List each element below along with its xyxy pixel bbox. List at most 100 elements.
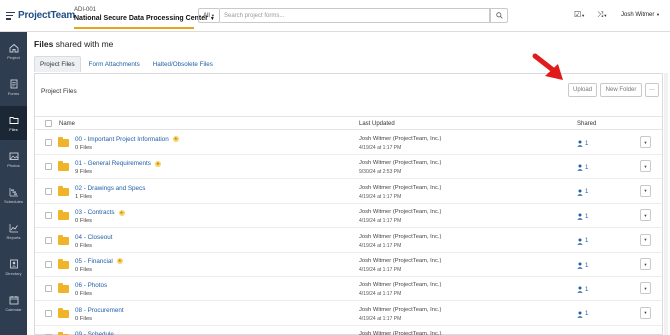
row-actions-button[interactable]: ▼ <box>640 160 651 173</box>
sidebar-item-label: Schedules <box>4 198 23 204</box>
switch-menu[interactable]: ⤨▼ <box>597 10 607 20</box>
updated-at: 4/19/24 at 1:17 PM <box>359 242 402 249</box>
row-actions-button[interactable]: ▼ <box>640 184 651 197</box>
row-actions-button[interactable]: ▼ <box>640 258 651 270</box>
search-scope-select[interactable]: All ▼ <box>198 8 220 23</box>
column-header-shared[interactable]: Shared <box>577 121 596 127</box>
shared-users-link[interactable]: 1 <box>577 189 588 196</box>
star-icon[interactable]: ★ <box>172 136 179 143</box>
top-bar: ProjectTeam ADI-001 National Secure Data… <box>0 0 670 32</box>
page-title-rest: shared with me <box>53 39 114 49</box>
shared-users-link[interactable]: 1 <box>577 311 588 318</box>
updated-by: Josh Witmer (ProjectTeam, Inc.) <box>359 306 442 313</box>
row-checkbox[interactable] <box>45 139 52 146</box>
folder-name-link[interactable]: 06 - Photos <box>75 282 107 289</box>
scrollbar[interactable] <box>664 73 668 335</box>
table-row[interactable]: 06 - Photos 0 Files Josh Witmer (Project… <box>35 277 662 302</box>
row-actions-button[interactable]: ▼ <box>640 136 651 148</box>
user-menu[interactable]: Josh Witmer ▼ <box>621 12 660 18</box>
files-panel: Project Files Upload New Folder ··· Name… <box>34 73 663 335</box>
tab-halted-obsolete-files[interactable]: Halted/Obsolete Files <box>148 56 218 72</box>
folder-name-link[interactable]: 09 - Schedule <box>75 331 114 335</box>
sidebar-item-files[interactable]: Files <box>0 106 27 140</box>
caret-down-icon: ▼ <box>643 212 648 218</box>
row-checkbox[interactable] <box>45 309 52 317</box>
sidebar-item-schedules[interactable]: Schedules <box>0 178 27 212</box>
column-header-name[interactable]: Name <box>59 121 75 127</box>
sidebar-item-photos[interactable]: Photos <box>0 142 27 176</box>
row-checkbox[interactable] <box>45 236 52 244</box>
search-button[interactable] <box>490 8 508 23</box>
tasks-menu[interactable]: ☑▼ <box>574 10 585 19</box>
sidebar-item-calendar[interactable]: Calendar <box>0 286 27 320</box>
updated-by: Josh Witmer (ProjectTeam, Inc.) <box>359 184 442 191</box>
sidebar-item-project[interactable]: Project <box>0 34 27 68</box>
new-folder-button[interactable]: New Folder <box>600 83 642 97</box>
updated-by: Josh Witmer (ProjectTeam, Inc.) <box>359 136 442 142</box>
folder-name-link[interactable]: 05 - Financial ★ <box>75 258 123 265</box>
tab-bar: Project Files Form Attachments Halted/Ob… <box>34 56 221 72</box>
row-actions-button[interactable]: ▼ <box>640 209 651 222</box>
star-icon[interactable]: ★ <box>154 160 161 167</box>
row-actions-button[interactable]: ▼ <box>640 282 651 295</box>
folder-name-link[interactable]: 01 - General Requirements ★ <box>75 160 161 167</box>
caret-down-icon: ▼ <box>581 13 586 18</box>
table-row[interactable]: 01 - General Requirements ★ 9 Files Josh … <box>35 155 662 180</box>
shared-count: 1 <box>585 238 589 245</box>
sidebar-item-directory[interactable]: Directory <box>0 250 27 284</box>
row-checkbox[interactable] <box>45 261 52 268</box>
logo-text: ProjectTeam <box>18 10 76 21</box>
sidebar-item-reports[interactable]: Reports <box>0 214 27 248</box>
row-checkbox[interactable] <box>45 187 52 195</box>
shared-users-link[interactable]: 1 <box>577 238 588 245</box>
star-icon[interactable]: ★ <box>118 209 125 216</box>
table-row[interactable]: 03 - Contracts ★ 0 Files Josh Witmer (Pro… <box>35 204 662 229</box>
folder-name-link[interactable]: 08 - Procurement <box>75 307 124 314</box>
user-name: Josh Witmer <box>621 12 655 18</box>
table-row[interactable]: 02 - Drawings and Specs 1 Files Josh Wit… <box>35 180 662 204</box>
folder-icon <box>58 137 69 147</box>
updated-at: 9/30/24 at 2:53 PM <box>359 169 402 176</box>
more-options-button[interactable]: ··· <box>645 83 659 97</box>
shared-users-link[interactable]: 1 <box>577 140 588 147</box>
row-checkbox[interactable] <box>45 212 52 220</box>
tab-form-attachments[interactable]: Form Attachments <box>84 56 145 72</box>
shared-users-link[interactable]: 1 <box>577 213 588 220</box>
folder-name-link[interactable]: 02 - Drawings and Specs <box>75 185 145 192</box>
column-header-last-updated[interactable]: Last Updated <box>359 121 395 127</box>
updated-by: Josh Witmer (ProjectTeam, Inc.) <box>359 331 442 335</box>
row-checkbox[interactable] <box>45 163 52 171</box>
document-icon <box>10 79 17 88</box>
updated-by: Josh Witmer (ProjectTeam, Inc.) <box>359 209 442 216</box>
row-actions-button[interactable]: ▼ <box>640 233 651 246</box>
logo[interactable]: ProjectTeam <box>6 10 75 21</box>
folder-name-link[interactable]: 00 - Important Project Information ★ <box>75 136 179 143</box>
upload-button[interactable]: Upload <box>568 83 597 97</box>
table-row[interactable]: 04 - Closeout 0 Files Josh Witmer (Proje… <box>35 229 662 253</box>
star-icon[interactable]: ★ <box>116 258 123 265</box>
sidebar-item-label: Files <box>9 126 18 132</box>
shared-users-link[interactable]: 1 <box>577 262 588 269</box>
tab-project-files[interactable]: Project Files <box>34 56 81 72</box>
table-row[interactable]: 00 - Important Project Information ★ 0 Fi… <box>35 131 662 155</box>
table-row[interactable]: 08 - Procurement 0 Files Josh Witmer (Pr… <box>35 302 662 326</box>
row-checkbox[interactable] <box>45 285 52 293</box>
project-selector[interactable]: National Secure Data Processing Center ▼ <box>74 15 215 22</box>
shared-users-link[interactable]: 1 <box>577 164 588 172</box>
sidebar-item-forms[interactable]: Forms <box>0 70 27 104</box>
row-actions-button[interactable]: ▼ <box>640 306 651 319</box>
sidebar-item-label: Directory <box>5 270 22 276</box>
select-all-checkbox[interactable] <box>45 120 52 127</box>
shared-users-link[interactable]: 1 <box>577 286 588 294</box>
table-row[interactable]: 05 - Financial ★ 0 Files Josh Witmer (Pro… <box>35 253 662 277</box>
search-input[interactable]: Search project forms... <box>220 8 490 23</box>
table-header: Name Last Updated Shared <box>35 116 662 130</box>
folder-name-link[interactable]: 04 - Closeout <box>75 234 112 241</box>
table-row[interactable]: 09 - Schedule Josh Witmer (ProjectTeam, … <box>35 326 662 335</box>
user-icon <box>577 164 583 172</box>
gantt-icon <box>9 187 18 196</box>
folder-name-link[interactable]: 03 - Contracts ★ <box>75 209 125 216</box>
file-count: 0 Files <box>75 145 93 151</box>
folder-name: 09 - Schedule <box>75 331 114 335</box>
shared-count: 1 <box>585 311 589 318</box>
